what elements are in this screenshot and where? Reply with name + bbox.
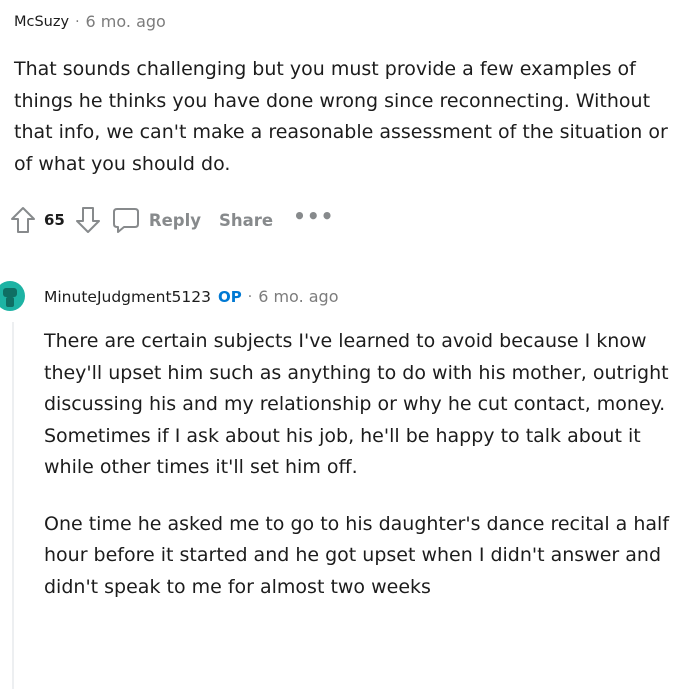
thread-line[interactable] <box>12 322 14 689</box>
reply-meta: MinuteJudgment5123 OP · 6 mo. ago <box>44 287 338 306</box>
reply-body: There are certain subjects I've learned … <box>44 326 684 628</box>
reply-author[interactable]: MinuteJudgment5123 <box>44 288 211 306</box>
comment-body: That sounds challenging but you must pro… <box>14 58 668 175</box>
meta-separator: · <box>75 13 80 30</box>
comment-icon <box>111 205 141 235</box>
op-badge: OP <box>218 287 242 306</box>
comment-action-bar: 65 Reply Share ••• <box>10 202 334 238</box>
share-button[interactable]: Share <box>219 211 273 230</box>
reply-label: Reply <box>148 210 201 230</box>
vote-count: 65 <box>44 211 65 229</box>
reply-button[interactable]: Reply <box>111 205 201 235</box>
comment-author[interactable]: McSuzy <box>14 14 69 30</box>
downvote-icon[interactable] <box>75 206 101 234</box>
comment-meta: McSuzy · 6 mo. ago <box>14 12 166 31</box>
upvote-icon[interactable] <box>10 206 36 234</box>
meta-separator: · <box>247 288 253 305</box>
comment-timestamp[interactable]: 6 mo. ago <box>86 12 166 31</box>
reply-timestamp[interactable]: 6 mo. ago <box>258 287 338 306</box>
avatar-icon[interactable] <box>0 270 30 322</box>
more-options-button[interactable]: ••• <box>293 204 334 228</box>
reply-paragraph: One time he asked me to go to his daught… <box>44 512 670 598</box>
reply-paragraph: There are certain subjects I've learned … <box>44 330 669 478</box>
